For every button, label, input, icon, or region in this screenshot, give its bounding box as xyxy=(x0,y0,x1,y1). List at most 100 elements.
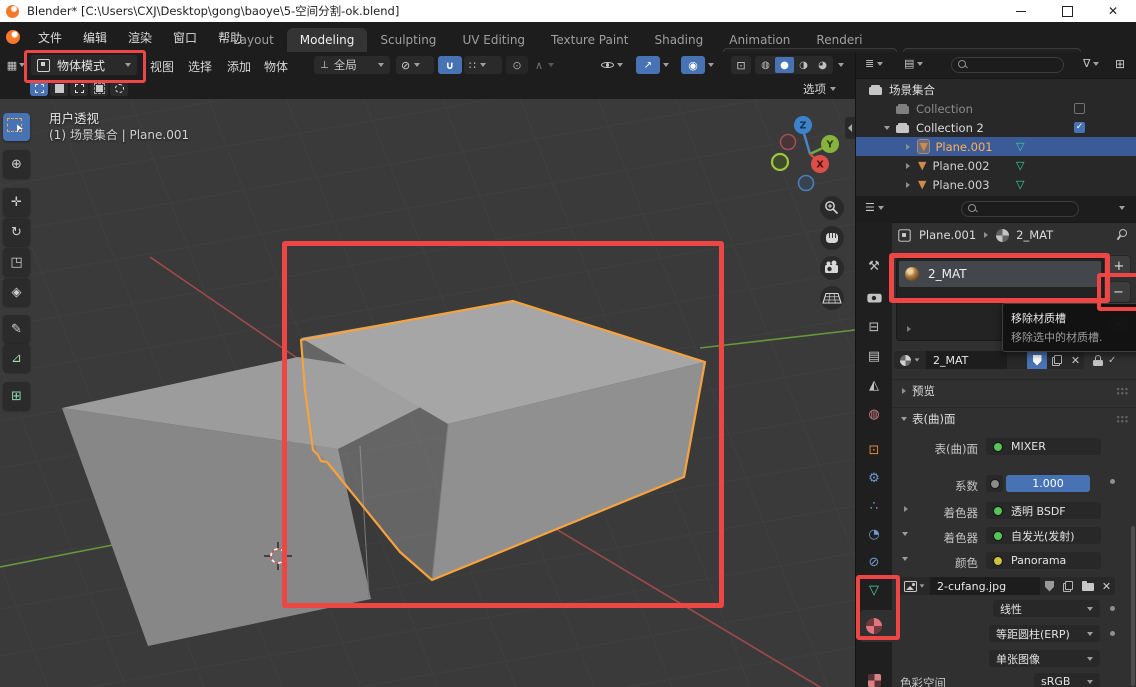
pin-id-icon[interactable] xyxy=(1115,228,1127,240)
exclude-checkbox[interactable]: ✓ xyxy=(1074,122,1085,133)
minimize-button[interactable] xyxy=(998,0,1044,22)
menu-view[interactable]: 视图 xyxy=(150,58,174,75)
copy-image-button[interactable] xyxy=(1059,577,1077,595)
panel-preview-header[interactable]: 预览 xyxy=(892,379,1136,402)
remove-material-slot-button[interactable]: − xyxy=(1106,281,1131,303)
tab-world[interactable]: ◍ xyxy=(856,401,892,427)
editor-type-button[interactable]: ▦ xyxy=(4,56,28,74)
menu-add[interactable]: 添加 xyxy=(227,58,251,75)
slot-list-expand-icon[interactable] xyxy=(907,326,911,332)
factor-slider[interactable]: 1.000 xyxy=(1006,475,1090,492)
expand-chevron-icon[interactable] xyxy=(906,163,910,169)
select-mode-extend-button[interactable] xyxy=(110,80,128,96)
shader1-node-button[interactable]: 透明 BSDF xyxy=(986,502,1101,519)
projection-dropdown[interactable]: 等距圆柱(ERP) xyxy=(989,625,1100,642)
gizmos-dropdown-icon[interactable] xyxy=(663,63,669,67)
outliner-row-plane002[interactable]: ▼ Plane.002 ▽ xyxy=(856,156,1136,175)
tab-scene[interactable]: ◭ xyxy=(856,372,892,398)
tab-texture-paint[interactable]: Texture Paint xyxy=(538,28,641,52)
close-button[interactable]: ✕ xyxy=(1090,0,1136,22)
surface-node-button[interactable]: MIXER xyxy=(986,438,1101,455)
expand-chevron-icon[interactable] xyxy=(906,182,910,188)
pan-button[interactable] xyxy=(820,226,844,250)
proportional-edit-button[interactable]: ⊙ xyxy=(506,56,528,74)
properties-editor-type-dropdown[interactable]: ☰ xyxy=(865,201,884,214)
tab-shading[interactable]: Shading xyxy=(641,28,716,52)
tab-tool[interactable]: ⚒ xyxy=(856,253,892,279)
animate-dot-icon[interactable] xyxy=(1110,606,1115,611)
shader2-node-button[interactable]: 自发光(发射) xyxy=(986,527,1101,544)
orthographic-toggle-button[interactable] xyxy=(820,286,844,310)
tab-view-layer[interactable]: ▤ xyxy=(856,343,892,369)
pivot-point-dropdown[interactable]: ⊘ xyxy=(396,56,434,74)
tab-uv-editing[interactable]: UV Editing xyxy=(449,28,538,52)
tab-modeling[interactable]: Modeling xyxy=(287,28,368,52)
shading-wireframe-button[interactable]: ◍ xyxy=(756,57,775,73)
menu-file[interactable]: 文件 xyxy=(34,29,66,46)
outliner-display-mode-dropdown[interactable]: ≣ xyxy=(865,57,883,70)
browse-material-button[interactable] xyxy=(894,351,926,369)
tool-measure[interactable]: ⊿ xyxy=(3,344,30,372)
panel-surface-header[interactable]: 表(曲)面 xyxy=(892,407,1136,430)
tab-modifiers[interactable]: ⚙ xyxy=(856,465,892,491)
shading-material-button[interactable]: ◑ xyxy=(794,57,813,73)
tab-layout[interactable]: Layout xyxy=(220,28,287,52)
sidebar-collapse-arrow[interactable] xyxy=(845,117,855,139)
tool-add-cube[interactable]: ⊞ xyxy=(3,382,30,410)
tab-output[interactable]: ⊟ xyxy=(856,314,892,340)
outliner-filter-dropdown[interactable]: ∇ xyxy=(1083,57,1099,70)
source-dropdown[interactable]: 单张图像 xyxy=(989,650,1100,667)
tab-object-data[interactable]: ▽ xyxy=(856,577,892,603)
tool-annotate[interactable]: ✎ xyxy=(3,315,30,343)
outliner-row-scene-collection[interactable]: 场景集合 xyxy=(856,80,1136,99)
factor-socket-button[interactable] xyxy=(986,475,1003,492)
tool-cursor[interactable]: ⊕ xyxy=(3,150,30,178)
xray-toggle-button[interactable]: ⊡ xyxy=(731,56,751,74)
blender-app-menu-icon[interactable] xyxy=(6,30,20,44)
breadcrumb-material[interactable]: 2_MAT xyxy=(1016,228,1053,242)
outliner-row-plane001[interactable]: ▼ Plane.001 ▽ xyxy=(856,137,1136,156)
tool-transform[interactable]: ◈ xyxy=(3,278,30,306)
shading-solid-button[interactable]: ● xyxy=(775,57,794,73)
zoom-button[interactable] xyxy=(820,196,844,220)
outliner-search-input[interactable] xyxy=(951,57,1064,73)
show-overlays-button[interactable]: ◉ xyxy=(681,56,705,74)
menu-window[interactable]: 窗口 xyxy=(169,29,201,46)
link-check-icon[interactable]: ✓ xyxy=(1108,355,1116,366)
maximize-button[interactable] xyxy=(1044,0,1090,22)
viewport-3d[interactable]: Z Y X xyxy=(0,99,855,687)
image-fake-user-button[interactable] xyxy=(1040,577,1059,595)
animate-dot-icon[interactable] xyxy=(1110,631,1115,636)
scrollbar[interactable] xyxy=(1131,526,1135,686)
menu-select[interactable]: 选择 xyxy=(188,58,212,75)
overlays-dropdown-icon[interactable] xyxy=(708,63,714,67)
tab-physics[interactable]: ◔ xyxy=(856,521,892,547)
outliner-row-collection2[interactable]: Collection 2 ✓ xyxy=(856,118,1136,137)
mode-dropdown[interactable]: 物体模式 xyxy=(31,55,137,75)
lock-icon[interactable] xyxy=(1093,355,1103,366)
show-gizmos-button[interactable]: ↗ xyxy=(636,56,660,74)
shading-dropdown-icon[interactable] xyxy=(838,63,844,67)
tab-sculpting[interactable]: Sculpting xyxy=(367,28,449,52)
image-name-field[interactable]: 2-cufang.jpg xyxy=(930,577,1040,595)
fake-user-button[interactable] xyxy=(1027,351,1047,369)
falloff-dropdown[interactable]: ∧ xyxy=(530,56,570,74)
properties-options-chevron-icon[interactable] xyxy=(1119,206,1125,210)
panel-drag-dots-icon[interactable] xyxy=(1116,415,1129,424)
expand-chevron-icon[interactable] xyxy=(884,126,890,130)
unlink-material-button[interactable]: ✕ xyxy=(1067,351,1084,369)
exclude-checkbox[interactable] xyxy=(1074,103,1085,114)
tab-material[interactable] xyxy=(856,613,892,639)
tool-select-box[interactable]: ➤ xyxy=(3,113,30,141)
properties-search-input[interactable] xyxy=(961,201,1079,217)
gizmo-neg-x-ball[interactable] xyxy=(781,135,796,150)
tab-render[interactable] xyxy=(856,284,892,310)
outliner-row-plane003[interactable]: ▼ Plane.003 ▽ xyxy=(856,175,1136,194)
tab-constraints[interactable]: ⊘ xyxy=(856,549,892,575)
breadcrumb-object[interactable]: Plane.001 xyxy=(919,228,976,242)
camera-view-button[interactable] xyxy=(820,256,844,280)
tool-move[interactable]: ✛ xyxy=(3,188,30,216)
snap-toggle-button[interactable]: ∪ xyxy=(438,56,462,74)
expand-chevron-icon[interactable] xyxy=(906,144,910,150)
animate-dot-icon[interactable] xyxy=(1110,479,1115,484)
